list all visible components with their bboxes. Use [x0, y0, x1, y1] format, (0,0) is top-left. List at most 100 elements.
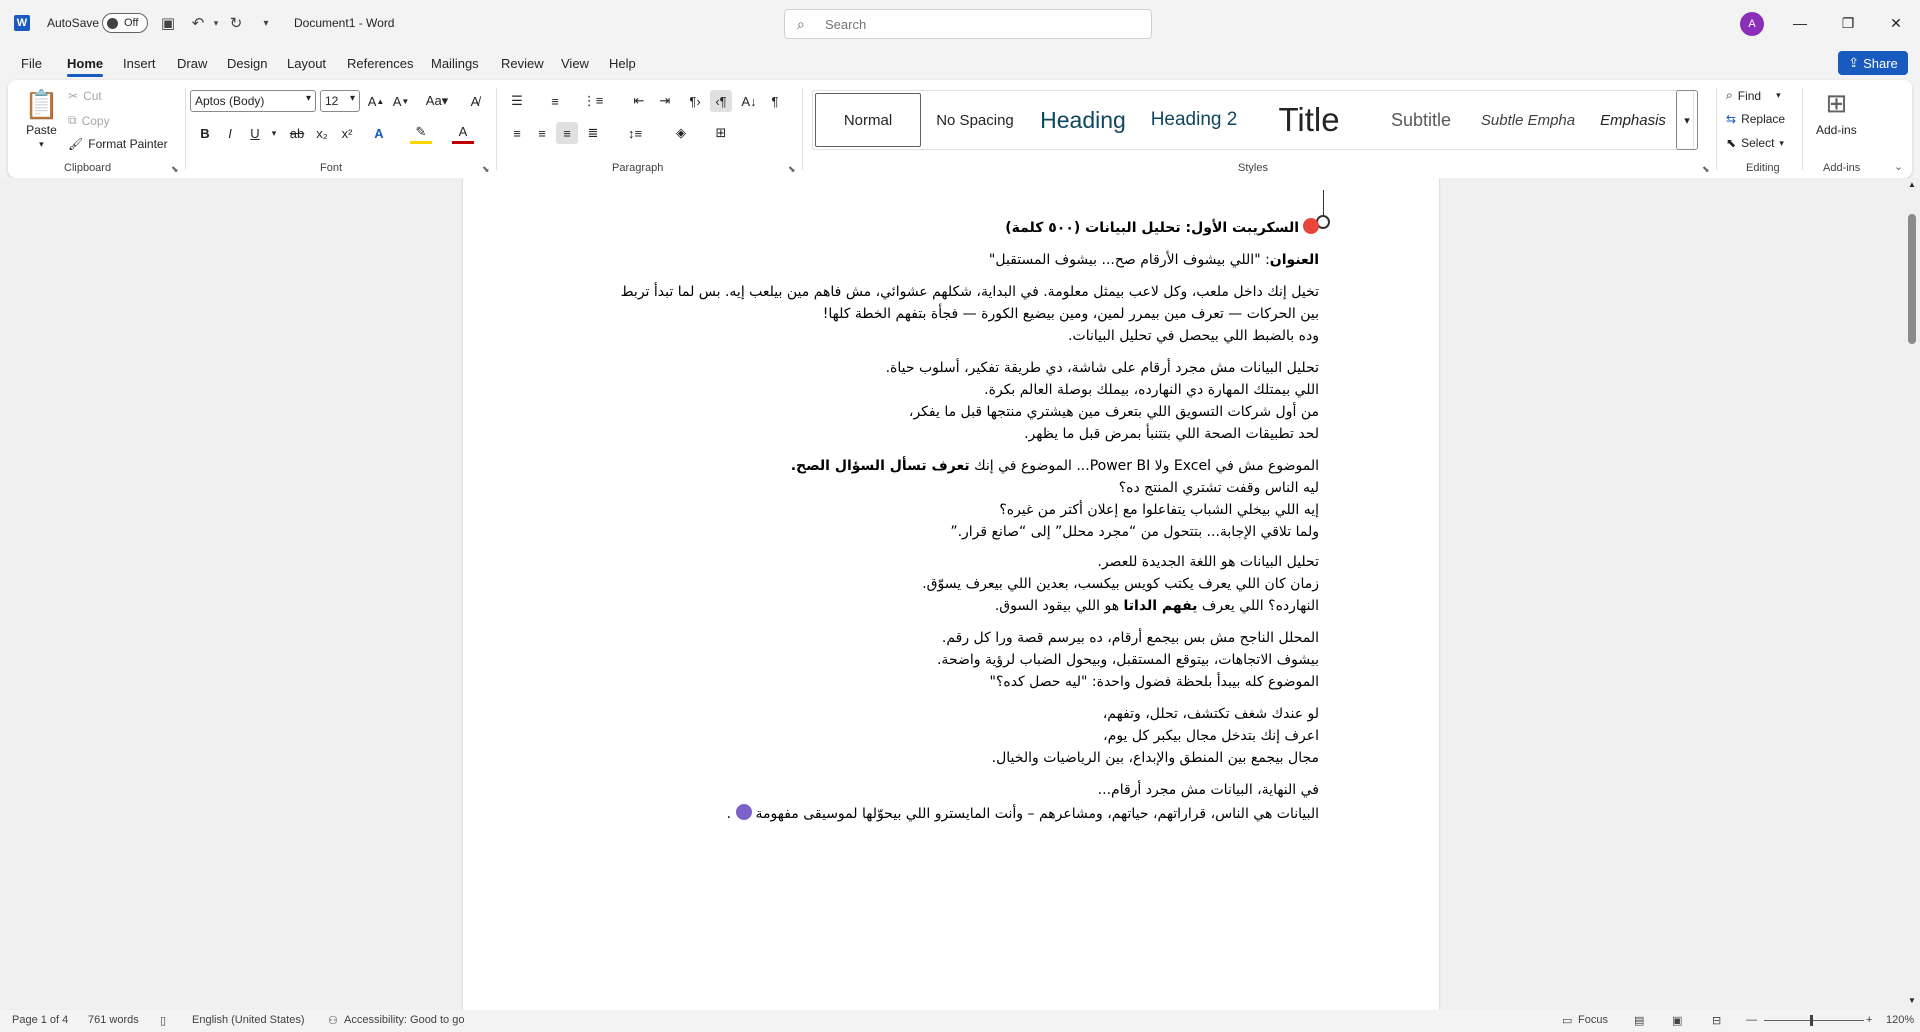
tab-home[interactable]: Home	[67, 56, 104, 77]
tab-design[interactable]: Design	[227, 56, 267, 71]
document-line[interactable]: اللي بيمتلك المهارة دي النهارده، بيملك ب…	[984, 382, 1319, 398]
document-line[interactable]: مجال بيجمع بين المنطق والإبداع، بين الري…	[992, 750, 1319, 766]
document-line[interactable]: من أول شركات التسويق اللي بتعرف مين هيشت…	[909, 404, 1319, 420]
style-no-spacing[interactable]: No Spacing	[923, 93, 1027, 147]
paste-button[interactable]: 📋 Paste ▾	[24, 88, 59, 150]
styles-more-icon[interactable]: ▾	[1676, 90, 1698, 150]
increase-indent-icon[interactable]: ⇥	[654, 90, 676, 112]
align-right-icon[interactable]: ≡	[556, 122, 578, 144]
font-size-dropdown[interactable]: 12 ▾	[320, 90, 360, 112]
scroll-up-icon[interactable]: ▲	[1908, 180, 1916, 189]
document-line[interactable]: ولما تلاقي الإجابة... بتتحول من “مجرد مح…	[950, 524, 1319, 540]
find-button[interactable]: ⌕ Find ▾	[1726, 88, 1781, 103]
italic-icon[interactable]: I	[219, 122, 241, 144]
tab-insert[interactable]: Insert	[123, 56, 156, 71]
autosave-toggle[interactable]: Off	[102, 13, 148, 33]
font-color-icon[interactable]: A	[452, 122, 474, 144]
document-line[interactable]: إيه اللي بيخلي الشباب يتفاعلوا مع إعلان …	[999, 502, 1319, 518]
proofing-icon[interactable]: ▯	[160, 1014, 166, 1027]
collapse-ribbon-icon[interactable]: ⌄	[1894, 160, 1903, 173]
clear-formatting-icon[interactable]: A̸	[464, 90, 486, 112]
underline-dropdown-icon[interactable]: ▾	[263, 122, 285, 144]
decrease-indent-icon[interactable]: ⇤	[628, 90, 650, 112]
document-line[interactable]: في النهاية، البيانات مش مجرد أرقام...	[1098, 782, 1319, 798]
font-family-dropdown[interactable]: Aptos (Body) ▾	[190, 90, 316, 112]
align-left-icon[interactable]: ≡	[506, 122, 528, 144]
cut-button[interactable]: ✂ Cut	[68, 89, 102, 103]
change-case-icon[interactable]: Aa▾	[422, 90, 452, 112]
addins-button[interactable]: ⊞ Add-ins	[1816, 88, 1857, 137]
tab-review[interactable]: Review	[501, 56, 544, 71]
minimize-icon[interactable]: —	[1788, 12, 1812, 34]
sort-icon[interactable]: A↓	[738, 90, 760, 112]
document-line[interactable]: المحلل الناجح مش بس بيجمع أرقام، ده بيرس…	[942, 630, 1319, 646]
format-painter-button[interactable]: 🖌 Format Painter	[68, 137, 168, 151]
copy-button[interactable]: ⧉ Copy	[68, 113, 110, 128]
undo-dropdown-icon[interactable]: ▾	[206, 13, 226, 33]
vertical-scrollbar[interactable]: ▲ ▼	[1904, 178, 1920, 1010]
style-subtle-emphasis[interactable]: Subtle Empha	[1473, 93, 1583, 147]
tab-file[interactable]: File	[21, 56, 42, 71]
zoom-in-icon[interactable]: +	[1866, 1014, 1872, 1026]
tab-view[interactable]: View	[561, 56, 589, 71]
save-icon[interactable]: ▣	[158, 13, 178, 33]
shrink-font-icon[interactable]: A ▼	[390, 90, 412, 112]
tab-help[interactable]: Help	[609, 56, 636, 71]
paragraph-launcher-icon[interactable]: ⬊	[788, 164, 796, 175]
document-line[interactable]: البيانات هي الناس، قراراتهم، حياتهم، ومش…	[727, 804, 1319, 822]
highlight-icon[interactable]: ✎	[410, 122, 432, 144]
multilevel-list-icon[interactable]: ⋮≡	[582, 90, 604, 112]
document-line[interactable]: تخيل إنك داخل ملعب، وكل لاعب بيمثل معلوم…	[621, 284, 1319, 300]
style-emphasis[interactable]: Emphasis	[1583, 93, 1683, 147]
share-button[interactable]: ⇪ Share	[1838, 51, 1908, 75]
style-heading[interactable]: Heading	[1027, 93, 1139, 147]
ltr-icon[interactable]: ¶›	[684, 90, 706, 112]
search-input[interactable]	[825, 15, 1125, 33]
document-line[interactable]: بين الحركات — تعرف مين بيمرر لمين، ومين …	[823, 306, 1319, 322]
search-box[interactable]: ⌕	[784, 9, 1152, 39]
style-subtitle[interactable]: Subtitle	[1369, 93, 1473, 147]
scroll-thumb[interactable]	[1908, 214, 1916, 344]
borders-icon[interactable]: ⊞	[710, 122, 732, 144]
document-line[interactable]: الموضوع مش في Excel ولا Power BI... المو…	[791, 458, 1319, 474]
document-line[interactable]: لحد تطبيقات الصحة اللي بتتنبأ بمرض قبل م…	[1024, 426, 1319, 442]
tab-mailings[interactable]: Mailings	[431, 56, 479, 71]
tab-layout[interactable]: Layout	[287, 56, 326, 71]
numbering-icon[interactable]: ≡	[544, 90, 566, 112]
show-marks-icon[interactable]: ¶	[764, 90, 786, 112]
bold-icon[interactable]: B	[194, 122, 216, 144]
print-layout-icon[interactable]: ▣	[1672, 1014, 1682, 1027]
zoom-slider[interactable]	[1764, 1015, 1864, 1026]
select-button[interactable]: ⬉ Select ▾	[1726, 136, 1784, 150]
document-line[interactable]: السكريبت الأول: تحليل البيانات (٥٠٠ كلمة…	[1005, 218, 1319, 236]
text-effects-icon[interactable]: A	[368, 122, 390, 144]
scroll-down-icon[interactable]: ▼	[1908, 996, 1916, 1005]
tab-references[interactable]: References	[347, 56, 413, 71]
document-line[interactable]: لو عندك شغف تكتشف، تحلل، وتفهم،	[1103, 706, 1319, 722]
styles-launcher-icon[interactable]: ⬊	[1702, 164, 1710, 175]
zoom-slider-thumb[interactable]	[1810, 1015, 1813, 1026]
rtl-icon[interactable]: ‹¶	[710, 90, 732, 112]
read-mode-icon[interactable]: ▤	[1634, 1014, 1644, 1027]
superscript-icon[interactable]: x²	[336, 122, 358, 144]
document-line[interactable]: بيشوف الاتجاهات، بيتوقع المستقبل، وبيحول…	[937, 652, 1319, 668]
zoom-level[interactable]: 120%	[1886, 1014, 1914, 1026]
focus-button[interactable]: Focus	[1578, 1014, 1608, 1026]
undo-icon[interactable]: ↶	[188, 13, 208, 33]
customize-toolbar-icon[interactable]: ▾	[256, 13, 276, 33]
style-heading-2[interactable]: Heading 2	[1139, 93, 1249, 147]
document-line[interactable]: ليه الناس وقفت تشتري المنتج ده؟	[1119, 480, 1319, 496]
justify-icon[interactable]: ≣	[582, 122, 604, 144]
style-normal[interactable]: Normal	[815, 93, 921, 147]
language-status[interactable]: English (United States)	[192, 1014, 305, 1026]
strikethrough-icon[interactable]: ab	[286, 122, 308, 144]
replace-button[interactable]: ⇆ Replace	[1726, 112, 1785, 126]
avatar[interactable]: A	[1740, 12, 1764, 36]
document-page[interactable]: السكريبت الأول: تحليل البيانات (٥٠٠ كلمة…	[463, 178, 1439, 1010]
document-line[interactable]: النهارده؟ اللي يعرف يفهم الداتا هو اللي …	[995, 598, 1319, 614]
clipboard-launcher-icon[interactable]: ⬊	[171, 164, 179, 175]
redo-icon[interactable]: ↻	[226, 13, 246, 33]
word-count[interactable]: 761 words	[88, 1014, 139, 1026]
subscript-icon[interactable]: x₂	[311, 122, 333, 144]
document-line[interactable]: تحليل البيانات هو اللغة الجديدة للعصر.	[1097, 554, 1319, 570]
